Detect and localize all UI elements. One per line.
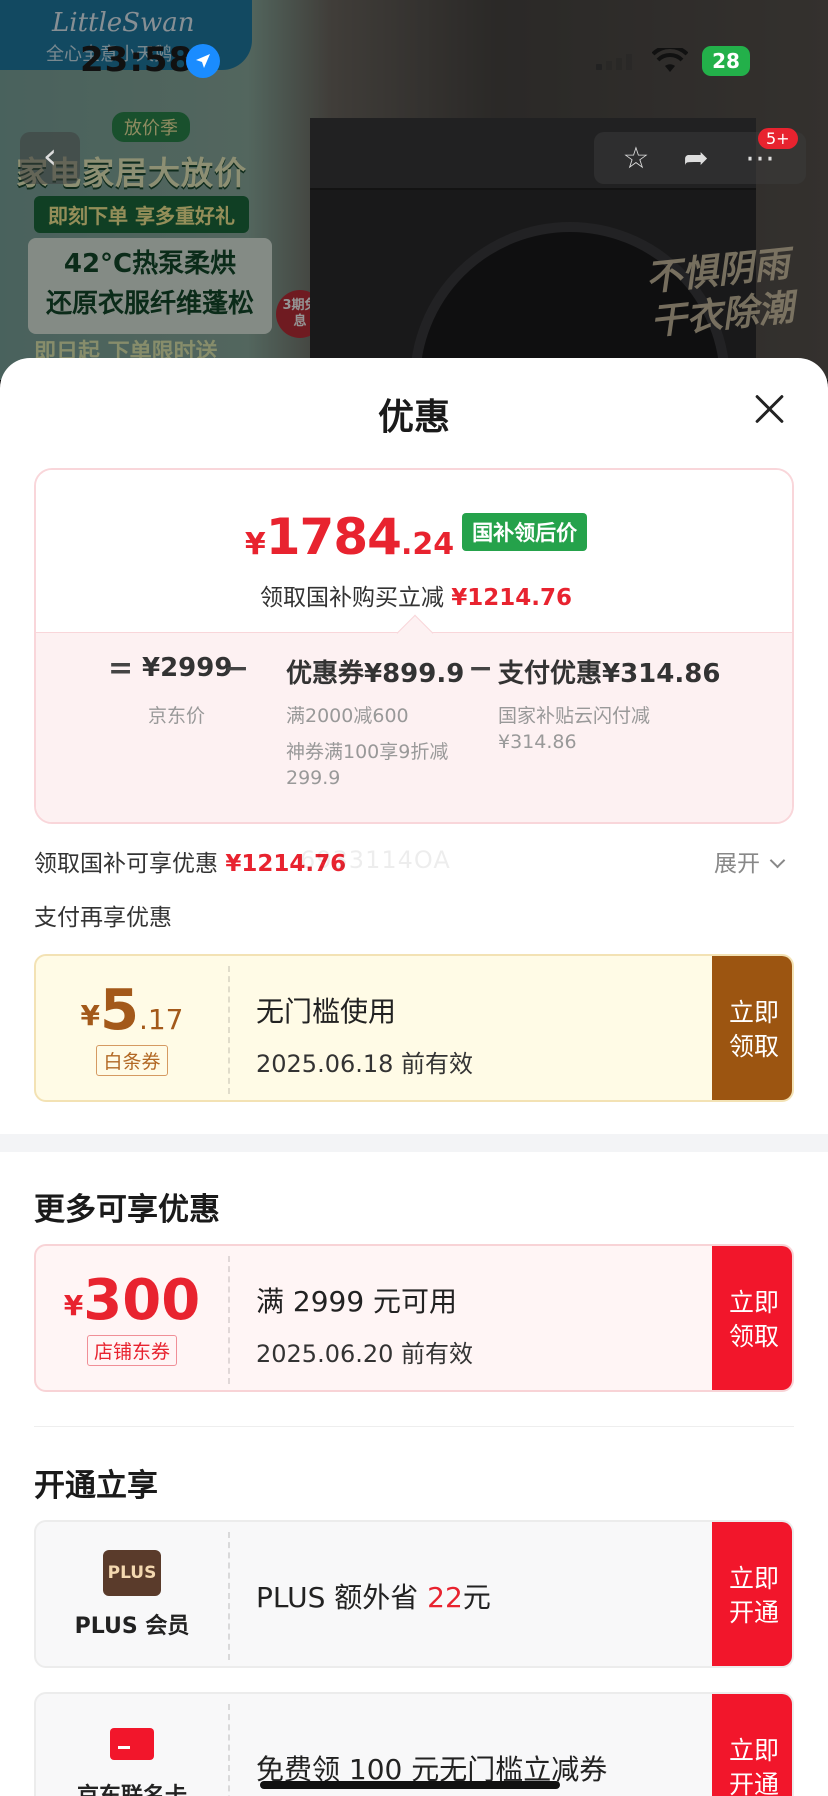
coupon-type-badge: 白条券 xyxy=(96,1045,168,1076)
section-separator xyxy=(0,1134,828,1152)
watermark: 6933114OA xyxy=(300,846,451,874)
plus-badge: PLUS PLUS 会员 xyxy=(36,1522,228,1666)
price-breakdown: = ¥2999 京东价 − 优惠券¥899.9 满2000减600 神券满100… xyxy=(36,632,792,822)
plus-info: PLUS 额外省 22元 xyxy=(256,1581,491,1614)
status-time: 23:58 xyxy=(80,40,194,80)
close-icon[interactable] xyxy=(748,388,790,430)
coupon-amount: ¥300 店铺东券 xyxy=(36,1246,228,1390)
minus-sign: − xyxy=(224,651,250,686)
redaction-mark xyxy=(260,1781,560,1789)
product-nav-bar: ‹ ☆ ➦ ⋯ xyxy=(20,128,806,188)
coupon-total: 优惠券¥899.9 xyxy=(286,659,465,689)
jd-card-name: 京东联名卡 xyxy=(36,1778,228,1796)
coupon-detail: 满2000减600 神券满100享9折减 299.9 xyxy=(286,705,449,789)
minus-sign: − xyxy=(468,651,494,686)
pay-discount-detail: 国家补贴云闪付减 ¥314.86 xyxy=(498,705,651,753)
plus-name: PLUS 会员 xyxy=(74,1614,190,1639)
divider xyxy=(34,1426,794,1427)
coupon-amount: ¥5.17 白条券 xyxy=(36,956,228,1100)
more-offers-heading: 更多可享优惠 xyxy=(34,1192,220,1228)
coupon-type-badge: 店铺东券 xyxy=(86,1335,177,1366)
battery-icon: 28 xyxy=(702,46,750,76)
expand-toggle[interactable]: 展开 xyxy=(714,844,786,878)
back-arrow-icon[interactable]: ‹ xyxy=(20,132,80,184)
open-jd-card-button[interactable]: 立即 开通 xyxy=(712,1694,792,1796)
jd-price-label: 京东价 xyxy=(148,705,206,727)
chevron-down-icon xyxy=(769,852,786,869)
message-count-badge: 5+ xyxy=(758,128,798,149)
equals-sign: = xyxy=(108,651,134,686)
open-plus-button[interactable]: 立即 开通 xyxy=(712,1522,792,1666)
claim-baitiao-button[interactable]: 立即 领取 xyxy=(712,956,792,1100)
coupon-divider xyxy=(228,1256,230,1384)
price-card: ¥1784.24 国补领后价 领取国补购买立减 ¥1214.76 = ¥2999 … xyxy=(34,468,794,824)
baitiao-coupon: ¥5.17 白条券 无门槛使用 2025.06.18 前有效 立即 领取 xyxy=(34,954,794,1102)
pay-discount-total: 支付优惠¥314.86 xyxy=(498,659,721,689)
location-arrow-icon xyxy=(186,44,220,78)
final-price-integer: 1784 xyxy=(265,508,402,566)
jd-price: ¥2999 xyxy=(142,653,233,683)
discount-sheet: 优惠 ¥1784.24 国补领后价 领取国补购买立减 ¥1214.76 = ¥29… xyxy=(0,358,828,1796)
sheet-title: 优惠 xyxy=(377,397,450,438)
plus-membership-offer: PLUS PLUS 会员 PLUS 额外省 22元 立即 开通 xyxy=(34,1520,794,1668)
final-price-decimal: .24 xyxy=(400,527,455,562)
plus-icon: PLUS xyxy=(103,1550,161,1596)
jd-card-badge: 京东联名卡 xyxy=(36,1694,228,1796)
coupon-divider xyxy=(228,1532,230,1660)
price-summary: ¥1784.24 国补领后价 领取国补购买立减 ¥1214.76 xyxy=(36,470,792,632)
pay-more-label: 支付再享优惠 xyxy=(34,905,172,931)
subsidy-price-tag: 国补领后价 xyxy=(462,513,588,551)
coupon-info: 无门槛使用 2025.06.18 前有效 xyxy=(256,995,474,1078)
store-coupon: ¥300 店铺东券 满 2999 元可用 2025.06.20 前有效 立即 领… xyxy=(34,1244,794,1392)
star-icon[interactable]: ☆ xyxy=(618,142,654,178)
subsidy-saving: 领取国补购买立减 ¥1214.76 xyxy=(259,585,573,611)
cellular-signal-icon xyxy=(596,54,634,70)
coupon-divider xyxy=(228,1704,230,1796)
share-icon[interactable]: ➦ xyxy=(678,142,714,178)
credit-card-icon xyxy=(110,1728,154,1760)
wifi-icon xyxy=(651,44,689,78)
coupon-divider xyxy=(228,966,230,1094)
claim-store-coupon-button[interactable]: 立即 领取 xyxy=(712,1246,792,1390)
coupon-info: 满 2999 元可用 2025.06.20 前有效 xyxy=(256,1285,474,1368)
final-price: ¥1784.24 国补领后价 xyxy=(36,508,792,566)
open-benefits-heading: 开通立享 xyxy=(34,1468,158,1504)
